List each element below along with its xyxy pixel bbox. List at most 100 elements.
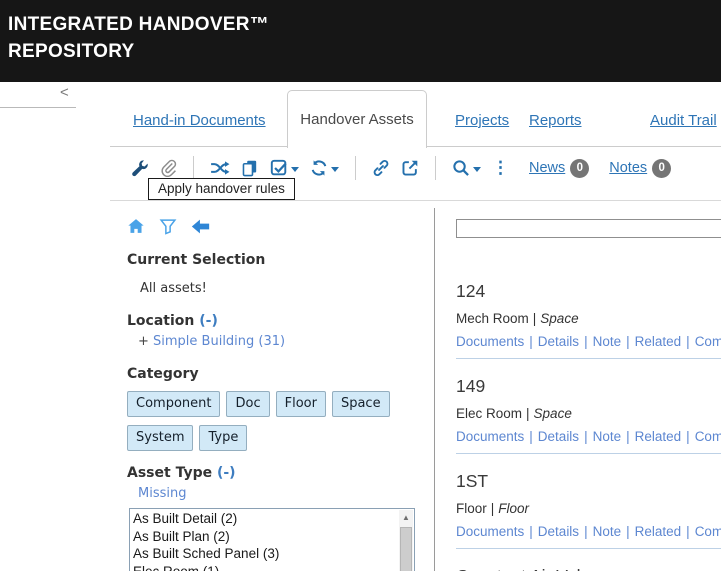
details-link[interactable]: Details <box>538 429 579 444</box>
category-button-space[interactable]: Space <box>331 391 390 417</box>
news-label[interactable]: News <box>529 160 565 176</box>
related-link[interactable]: Related <box>635 524 682 539</box>
category-button-system[interactable]: System <box>127 425 194 451</box>
notes-link[interactable]: Notes 0 <box>609 158 672 178</box>
caret-down-icon <box>473 166 481 172</box>
category-button-floor[interactable]: Floor <box>275 391 326 417</box>
shuffle-icon <box>211 161 230 175</box>
location-item-link[interactable]: Simple Building (31) <box>153 334 285 349</box>
category-button-doc[interactable]: Doc <box>226 391 270 417</box>
search-options-button[interactable] <box>452 159 481 177</box>
notes-label[interactable]: Notes <box>609 160 647 176</box>
location-heading: Location (-) <box>127 313 218 329</box>
news-link[interactable]: News 0 <box>529 158 590 178</box>
home-icon <box>128 219 144 233</box>
note-link[interactable]: Note <box>593 334 622 349</box>
asset-type-listbox[interactable]: As Built Detail (2) As Built Plan (2) As… <box>129 508 415 571</box>
toolbar-separator <box>435 156 436 180</box>
refresh-icon <box>311 160 327 176</box>
scrollbar-thumb[interactable] <box>400 527 412 571</box>
asset-search-input[interactable] <box>456 219 721 238</box>
compare-link[interactable]: Compare <box>695 334 721 349</box>
refresh-button[interactable] <box>310 159 339 177</box>
export-button[interactable] <box>401 159 419 177</box>
documents-link[interactable]: Documents <box>456 334 524 349</box>
related-link[interactable]: Related <box>635 429 682 444</box>
asset-type-option[interactable]: As Built Plan (2) <box>133 528 397 546</box>
category-heading: Category <box>127 366 199 382</box>
current-selection-heading: Current Selection <box>127 252 266 268</box>
asset-type-option[interactable]: Elec Room (1) <box>133 563 397 571</box>
missing-link[interactable]: Missing <box>138 486 186 501</box>
results-panel: 124 Mech Room | Space Documents | Details | No… <box>434 208 721 571</box>
link-button[interactable] <box>372 159 390 177</box>
location-clear-link[interactable]: (-) <box>199 313 218 329</box>
details-link[interactable]: Details <box>538 334 579 349</box>
caret-down-icon <box>331 166 339 172</box>
item-separator-line <box>456 358 721 359</box>
tab-handover-assets[interactable]: Handover Assets <box>287 90 427 148</box>
tab-audit-trail[interactable]: Audit Trail <box>650 112 717 129</box>
tabbar-border-right <box>427 146 721 147</box>
toolbar-separator <box>193 156 194 180</box>
collapse-panel-button[interactable]: < <box>60 84 69 101</box>
compare-link[interactable]: Compare <box>695 429 721 444</box>
listbox-scrollbar[interactable]: ▲ <box>399 510 413 571</box>
compare-link[interactable]: Compare <box>695 524 721 539</box>
link-chain-icon <box>373 159 389 177</box>
documents-link[interactable]: Documents <box>456 429 524 444</box>
expand-plus-icon[interactable]: + <box>138 334 153 349</box>
news-count-badge: 0 <box>570 158 590 178</box>
tooltip-apply-handover-rules: Apply handover rules <box>148 178 295 200</box>
more-actions-button[interactable]: ⋮ <box>492 159 509 177</box>
app-title-line2: REPOSITORY <box>8 41 135 62</box>
tab-projects[interactable]: Projects <box>455 112 509 129</box>
category-buttons: Component Doc Floor Space System Type <box>127 391 429 451</box>
export-icon <box>402 160 418 176</box>
category-button-component[interactable]: Component <box>127 391 221 417</box>
attach-button[interactable] <box>159 159 177 177</box>
copy-button[interactable] <box>241 159 259 177</box>
category-button-type[interactable]: Type <box>199 425 248 451</box>
app-title-line1: INTEGRATED HANDOVER™ <box>8 14 270 35</box>
asset-name: 1ST <box>456 471 489 491</box>
related-link[interactable]: Related <box>635 334 682 349</box>
tabbar-border-left <box>110 146 287 147</box>
asset-detail: Mech Room | Space <box>456 311 579 326</box>
asset-links: Documents|Details|Note|Related|Compare <box>456 334 721 349</box>
detail-separator: | <box>532 311 537 326</box>
home-button[interactable] <box>127 218 145 235</box>
collapsed-panel-divider <box>0 107 76 108</box>
asset-type-missing[interactable]: Missing <box>138 486 434 501</box>
detail-separator: | <box>490 501 495 516</box>
filter-button[interactable] <box>159 218 177 235</box>
documents-link[interactable]: Documents <box>456 524 524 539</box>
tab-reports[interactable]: Reports <box>529 112 582 129</box>
asset-detail: Floor | Floor <box>456 501 530 516</box>
location-item[interactable]: + Simple Building (31) <box>138 334 434 349</box>
tab-hand-in-documents[interactable]: Hand-in Documents <box>133 112 266 129</box>
note-link[interactable]: Note <box>593 429 622 444</box>
filter-funnel-icon <box>159 219 177 235</box>
paperclip-icon <box>161 159 177 177</box>
app-header: INTEGRATED HANDOVER™ REPOSITORY <box>0 0 721 82</box>
detail-separator: | <box>526 406 530 421</box>
shuffle-button[interactable] <box>210 160 230 176</box>
notes-count-badge: 0 <box>652 158 672 178</box>
asset-name: 124 <box>456 281 486 301</box>
item-separator-line <box>456 453 721 454</box>
scrollbar-up-arrow-icon[interactable]: ▲ <box>399 510 413 525</box>
asset-type-option[interactable]: As Built Sched Panel (3) <box>133 545 397 563</box>
asset-links: Documents|Details|Note|Related|Compare <box>456 429 721 444</box>
note-link[interactable]: Note <box>593 524 622 539</box>
back-button[interactable] <box>191 219 210 234</box>
asset-type-option[interactable]: As Built Detail (2) <box>133 510 397 528</box>
back-arrow-icon <box>191 219 210 234</box>
checkbox-icon <box>270 159 287 176</box>
select-actions-button[interactable] <box>270 159 299 177</box>
details-link[interactable]: Details <box>538 524 579 539</box>
apply-handover-rules-button[interactable] <box>130 159 148 177</box>
search-icon <box>453 160 469 176</box>
asset-name: 149 <box>456 376 486 396</box>
asset-type-clear-link[interactable]: (-) <box>217 465 236 481</box>
